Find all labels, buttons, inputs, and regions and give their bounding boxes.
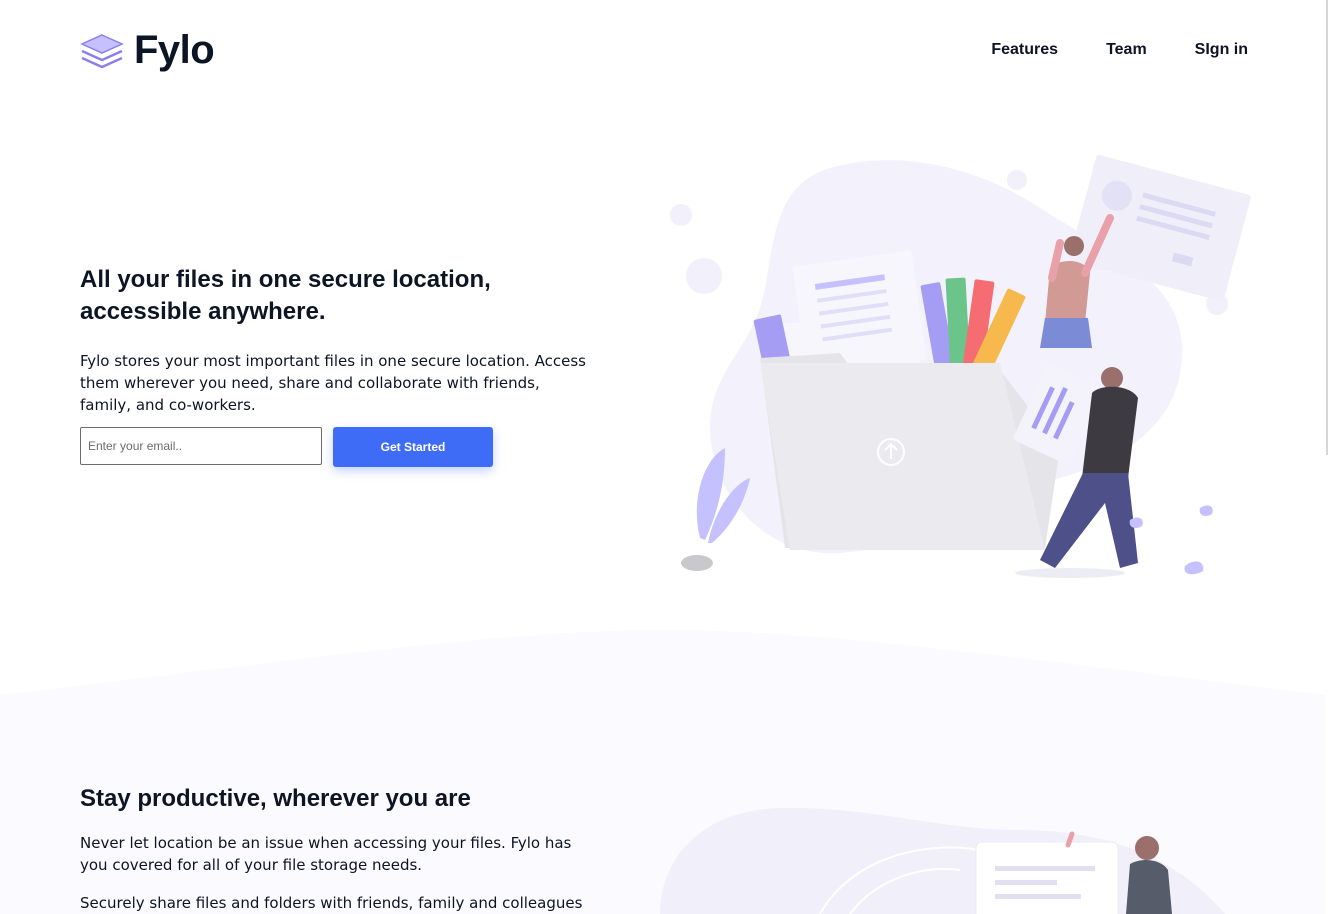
hero-title-line-2: accessible anywhere. <box>80 298 326 325</box>
brand-name: Fylo <box>134 28 215 72</box>
nav-link-features[interactable]: Features <box>991 40 1058 60</box>
get-started-button[interactable]: Get Started <box>333 427 493 467</box>
logo[interactable]: Fylo <box>80 28 215 72</box>
site-header: Fylo Features Team SIgn in <box>80 28 1248 72</box>
nav-link-sign-in[interactable]: SIgn in <box>1195 40 1248 60</box>
productive-section: Stay productive, wherever you are Never … <box>80 782 590 914</box>
hero-section: All your files in one secure location, a… <box>80 264 590 416</box>
productive-title: Stay productive, wherever you are <box>80 785 471 812</box>
nav-link-team[interactable]: Team <box>1106 40 1147 60</box>
hero-description: Fylo stores your most important files in… <box>80 352 586 414</box>
section-divider-wave <box>0 630 1328 740</box>
signup-form: Get Started <box>80 427 493 467</box>
productive-paragraph-2: Securely share files and folders with fr… <box>80 894 583 912</box>
main-nav: Features Team SIgn in <box>991 40 1248 60</box>
email-input[interactable] <box>80 427 322 465</box>
hero-title-line-1: All your files in one secure location, <box>80 266 491 293</box>
stacked-layers-icon <box>80 34 124 69</box>
hero-illustration <box>670 154 1251 578</box>
productive-paragraph-1: Never let location be an issue when acce… <box>80 834 572 874</box>
productive-illustration <box>660 807 1225 914</box>
hero-title: All your files in one secure location, a… <box>80 264 590 328</box>
